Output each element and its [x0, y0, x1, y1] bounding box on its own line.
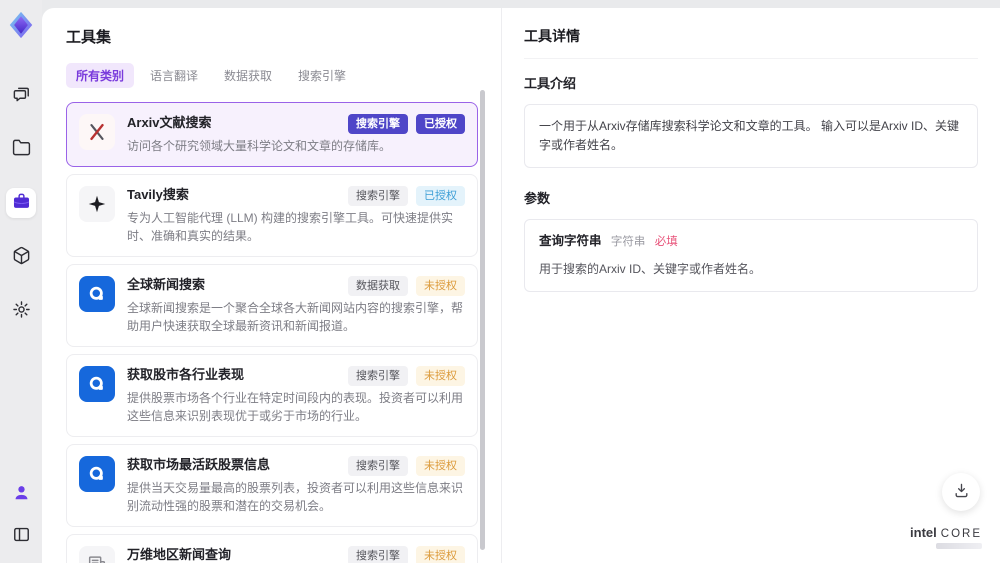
icon-sidebar [0, 0, 42, 563]
tool-card-arxiv[interactable]: Arxiv文献搜索 搜索引擎 已授权 访问各个研究领域大量科学论文和文章的存储库… [66, 102, 478, 167]
q-search-icon [79, 456, 115, 492]
q-search-icon [79, 276, 115, 312]
tool-detail-panel: 工具详情 工具介绍 一个用于从Arxiv存储库搜索科学论文和文章的工具。 输入可… [502, 8, 1000, 563]
category-badge: 搜索引擎 [348, 546, 408, 563]
intel-core-badge: intel core [910, 525, 982, 549]
sidebar-item-chat[interactable] [6, 80, 36, 110]
param-description: 用于搜索的Arxiv ID、关键字或作者姓名。 [539, 262, 762, 276]
folder-icon [12, 138, 31, 160]
auth-status-badge: 已授权 [416, 186, 465, 206]
param-type: 字符串 [610, 236, 646, 248]
tool-intro-text: 一个用于从Arxiv存储库搜索科学论文和文章的工具。 输入可以是Arxiv ID… [524, 104, 978, 168]
tool-card-list: Arxiv文献搜索 搜索引擎 已授权 访问各个研究领域大量科学论文和文章的存储库… [66, 102, 478, 563]
tool-name: Arxiv文献搜索 [127, 115, 212, 130]
q-search-icon [79, 366, 115, 402]
sparkle-icon [79, 186, 115, 222]
page-title: 工具集 [66, 29, 112, 46]
sidebar-nav [6, 80, 36, 326]
list-scrollbar[interactable] [480, 90, 485, 550]
tool-name: 万维地区新闻查询 [127, 547, 232, 562]
tab-language-translation[interactable]: 语言翻译 [140, 63, 208, 88]
sidebar-item-files[interactable] [6, 134, 36, 164]
download-icon [953, 482, 970, 502]
detail-panel-title: 工具详情 [524, 26, 978, 59]
main-surface: 工具集 所有类别 语言翻译 数据获取 搜索引擎 Arxiv文献搜索 搜索引擎 已… [42, 8, 1000, 563]
download-button[interactable] [942, 473, 980, 511]
tab-search-engine[interactable]: 搜索引擎 [288, 63, 356, 88]
tool-description: 提供当天交易量最高的股票列表，投资者可以利用这些信息来识别流动性强的股票和潜在的… [127, 481, 464, 513]
category-badge: 数据获取 [348, 276, 408, 296]
gear-icon [12, 300, 31, 322]
intro-heading: 工具介绍 [524, 76, 577, 91]
auth-status-badge: 未授权 [416, 546, 465, 563]
collapse-sidebar-button[interactable] [6, 521, 36, 551]
tool-description: 全球新闻搜索是一个聚合全球各大新闻网站内容的搜索引擎，帮助用户快速获取全球最新资… [127, 301, 464, 333]
chat-icon [12, 84, 31, 106]
auth-status-badge: 未授权 [416, 276, 465, 296]
tool-description: 访问各个研究领域大量科学论文和文章的存储库。 [127, 139, 392, 153]
tool-list-panel: 工具集 所有类别 语言翻译 数据获取 搜索引擎 Arxiv文献搜索 搜索引擎 已… [42, 8, 502, 563]
params-heading: 参数 [524, 191, 551, 206]
param-required-badge: 必填 [654, 236, 678, 248]
arxiv-icon [79, 114, 115, 150]
tool-name: Tavily搜索 [127, 187, 189, 202]
tool-description: 提供股票市场各个行业在特定时间段内的表现。投资者可以利用这些信息来识别表现优于或… [127, 391, 464, 423]
user-avatar-icon [12, 483, 31, 505]
tab-all-categories[interactable]: 所有类别 [66, 63, 135, 88]
category-badge: 搜索引擎 [348, 456, 408, 476]
tool-card-most-active-stocks[interactable]: 获取市场最活跃股票信息 搜索引擎 未授权 提供当天交易量最高的股票列表，投资者可… [66, 444, 478, 527]
intel-core-text: core [940, 528, 982, 540]
tab-data-acquisition[interactable]: 数据获取 [214, 63, 282, 88]
parameter-item: 查询字符串 字符串 必填 用于搜索的Arxiv ID、关键字或作者姓名。 [524, 219, 978, 292]
tool-card-regional-news[interactable]: 万维地区新闻查询 搜索引擎 未授权 查询具体行政区划内的新闻，快速了解各地新闻动 [66, 534, 478, 563]
category-badge: 搜索引擎 [348, 186, 408, 206]
sidebar-item-plugins[interactable] [6, 242, 36, 272]
category-badge: 搜索引擎 [348, 114, 408, 134]
cube-icon [12, 246, 31, 268]
tool-name: 获取股市各行业表现 [127, 367, 245, 382]
auth-status-badge: 未授权 [416, 366, 465, 386]
tool-description: 专为人工智能代理 (LLM) 构建的搜索引擎工具。可快速提供实时、准确和真实的结… [127, 211, 454, 243]
collapse-panel-icon [12, 525, 31, 547]
tool-name: 获取市场最活跃股票信息 [127, 457, 271, 472]
category-tabs: 所有类别 语言翻译 数据获取 搜索引擎 [66, 63, 501, 88]
sidebar-bottom [6, 479, 36, 551]
param-name: 查询字符串 [539, 234, 602, 248]
app-logo-icon [6, 10, 36, 40]
newspaper-icon [79, 546, 115, 563]
tool-name: 全球新闻搜索 [127, 277, 206, 292]
app-window: 工具集 所有类别 语言翻译 数据获取 搜索引擎 Arxiv文献搜索 搜索引擎 已… [0, 0, 1000, 563]
tool-card-sector-performance[interactable]: 获取股市各行业表现 搜索引擎 未授权 提供股票市场各个行业在特定时间段内的表现。… [66, 354, 478, 437]
auth-status-badge: 未授权 [416, 456, 465, 476]
category-badge: 搜索引擎 [348, 366, 408, 386]
sidebar-item-tools[interactable] [6, 188, 36, 218]
auth-status-badge: 已授权 [416, 114, 465, 134]
intel-brand-text: intel [910, 525, 937, 540]
tool-card-tavily[interactable]: Tavily搜索 搜索引擎 已授权 专为人工智能代理 (LLM) 构建的搜索引擎… [66, 174, 478, 257]
sidebar-item-settings[interactable] [6, 296, 36, 326]
intel-sub-mark [936, 543, 982, 549]
tool-card-global-news[interactable]: 全球新闻搜索 数据获取 未授权 全球新闻搜索是一个聚合全球各大新闻网站内容的搜索… [66, 264, 478, 347]
user-profile-button[interactable] [6, 479, 36, 509]
briefcase-icon [12, 192, 31, 214]
